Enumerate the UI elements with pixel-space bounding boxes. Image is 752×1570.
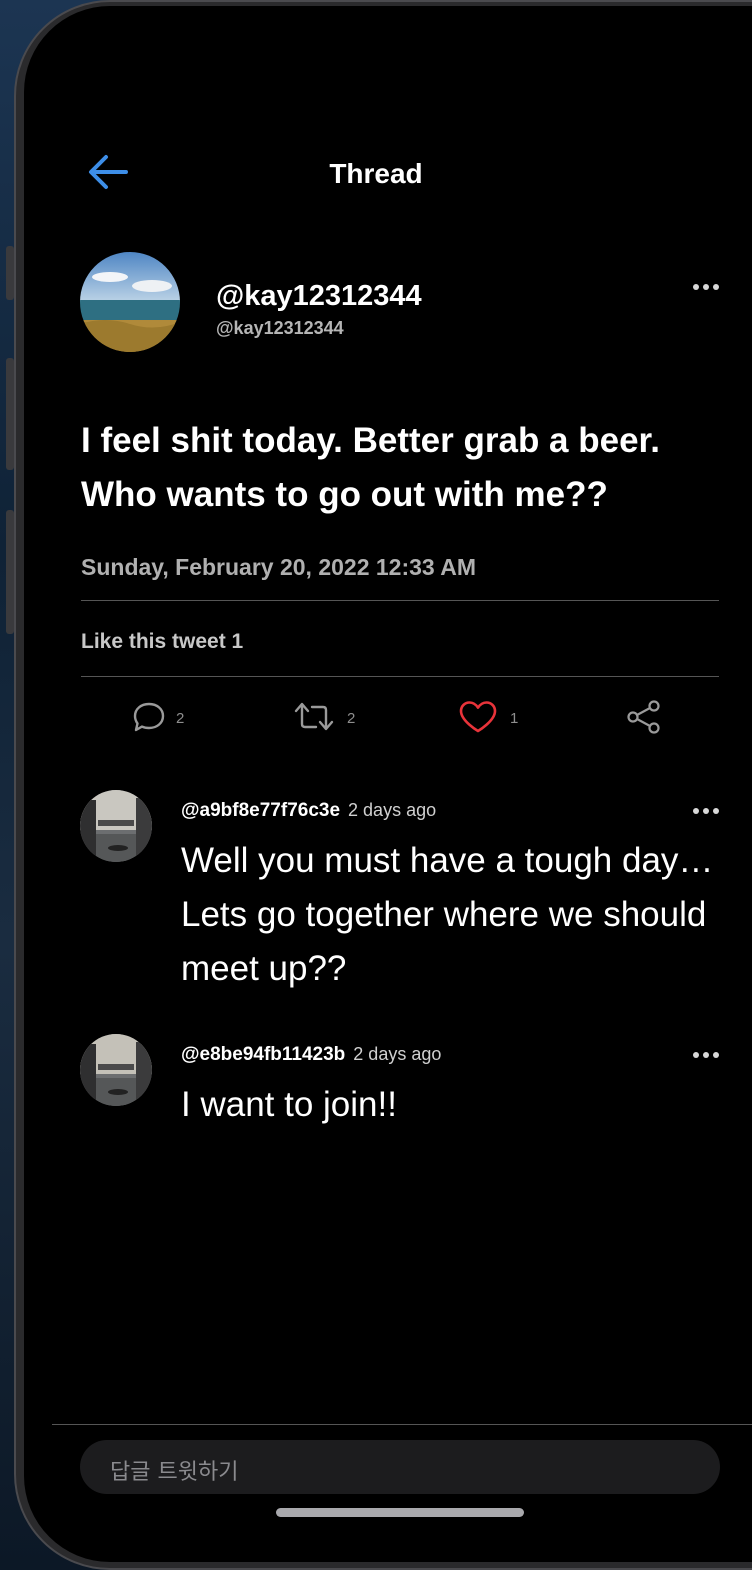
retweet-button[interactable]: 2 <box>294 696 374 740</box>
action-bar: 2 2 1 <box>24 696 752 746</box>
likes-count-text[interactable]: Like this tweet 1 <box>81 630 243 654</box>
divider <box>52 1424 752 1425</box>
screen: Thread @kay12312344 @kay12312344 I feel … <box>24 6 752 1562</box>
page-title: Thread <box>329 158 423 189</box>
author-handle: @kay12312344 <box>216 318 344 338</box>
avatar[interactable] <box>80 252 180 352</box>
reply-placeholder: 답글 트윗하기 <box>110 1460 239 1485</box>
comment-item: @a9bf8e77f76c3e 2 days ago Well you must … <box>24 790 752 990</box>
comment-user[interactable]: @e8be94fb11423b <box>181 1044 345 1065</box>
side-button-volume-up <box>6 358 14 470</box>
reply-count: 2 <box>176 710 185 727</box>
comment-text: I want to join!! <box>181 1085 397 1124</box>
comment-username[interactable]: @a9bf8e77f76c3e 2 days ago <box>181 800 436 822</box>
reply-input[interactable]: 답글 트윗하기 <box>80 1440 720 1494</box>
avatar[interactable] <box>80 790 152 862</box>
home-indicator <box>276 1508 524 1517</box>
header: Thread <box>24 136 752 206</box>
comment-username[interactable]: @e8be94fb11423b 2 days ago <box>181 1044 441 1066</box>
comment-user[interactable]: @a9bf8e77f76c3e <box>181 800 340 821</box>
comment-item: @e8be94fb11423b 2 days ago I want to join… <box>24 1034 752 1134</box>
divider <box>81 600 719 601</box>
side-button-silent <box>6 246 14 300</box>
reply-button[interactable]: 2 <box>132 696 202 740</box>
more-icon[interactable] <box>693 806 723 816</box>
comment-time: 2 days ago <box>348 800 437 820</box>
side-button-volume-down <box>6 510 14 634</box>
heart-icon <box>459 701 497 733</box>
more-icon[interactable] <box>693 1050 723 1060</box>
like-button[interactable]: 1 <box>458 696 528 740</box>
tweet-text: I feel shit today. Better grab a beer. W… <box>81 421 660 514</box>
reply-icon <box>133 702 165 732</box>
share-button[interactable] <box>626 696 666 740</box>
retweet-icon <box>294 702 334 731</box>
comment-time: 2 days ago <box>353 1044 442 1064</box>
divider <box>81 676 719 677</box>
comment-text: Well you must have a tough day… Lets go … <box>181 841 714 988</box>
retweet-count: 2 <box>347 710 356 727</box>
share-icon <box>627 700 660 734</box>
tweet-date: Sunday, February 20, 2022 12:33 AM <box>81 554 477 580</box>
author-display-name[interactable]: @kay12312344 <box>216 280 422 313</box>
more-icon[interactable] <box>693 282 723 292</box>
avatar[interactable] <box>80 1034 152 1106</box>
like-count: 1 <box>510 710 519 727</box>
